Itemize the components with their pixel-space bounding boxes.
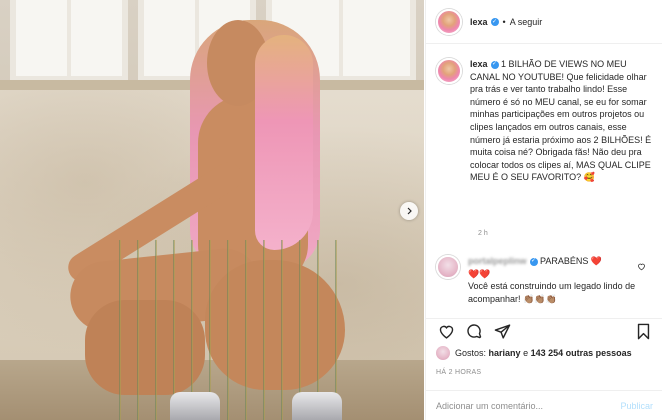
comment-like-icon[interactable]: [637, 262, 646, 273]
comment-text-line2: ❤️❤️: [468, 268, 491, 279]
caption-timestamp[interactable]: 2 h: [478, 230, 488, 237]
publish-button[interactable]: Publicar: [620, 401, 653, 411]
comment-text-line3: Você está construindo um legado lindo de…: [468, 281, 636, 304]
caption: lexa ✓ 1 BILHÃO DE VIEWS NO MEU CANAL NO …: [436, 58, 658, 184]
likes-count-link[interactable]: 143 254 outras pessoas: [531, 348, 632, 358]
post-side-panel: lexa ✓ • A seguir lexa ✓ 1 BILHÃO DE VIEW…: [425, 0, 662, 420]
caption-username[interactable]: lexa: [470, 59, 488, 69]
verified-badge-icon: ✓: [490, 17, 499, 26]
caption-avatar[interactable]: [436, 58, 462, 84]
author-username[interactable]: lexa: [470, 17, 488, 27]
header-separator: •: [502, 16, 506, 27]
photo-hair-front: [255, 35, 313, 250]
post-header: lexa ✓ • A seguir: [426, 0, 662, 44]
post-photo: [0, 0, 424, 420]
heart-icon: [439, 325, 453, 339]
verified-badge-icon: ✓: [490, 60, 499, 69]
post-time[interactable]: HÁ 2 HORAS: [436, 369, 481, 376]
likes-connector: e: [523, 348, 529, 358]
post-actions: [426, 318, 662, 344]
liker-username[interactable]: hariany: [489, 348, 521, 358]
share-icon: [494, 324, 510, 339]
commenter-username[interactable]: portalpeplinw: [468, 256, 527, 266]
next-photo-button[interactable]: [400, 202, 418, 220]
comment-item: portalpeplinw ✓ PARABÉNS ❤️ ❤️❤️ Você est…: [436, 255, 658, 305]
chevron-right-icon: [407, 207, 412, 215]
comment-input[interactable]: [436, 400, 621, 411]
following-button[interactable]: A seguir: [510, 17, 543, 27]
verified-badge-icon: ✓: [529, 257, 538, 266]
comment-text-block: portalpeplinw ✓ PARABÉNS ❤️ ❤️❤️ Você est…: [468, 255, 640, 305]
like-button[interactable]: [436, 322, 456, 342]
share-button[interactable]: [492, 322, 512, 342]
likes-summary: Gostos: hariany e 143 254 outras pessoas: [436, 346, 658, 360]
photo-boot: [170, 392, 220, 420]
comment-icon: [466, 324, 481, 339]
caption-text-block: lexa ✓ 1 BILHÃO DE VIEWS NO MEU CANAL NO …: [470, 58, 652, 184]
comment-button[interactable]: [464, 322, 484, 342]
instagram-post-view: lexa ✓ • A seguir lexa ✓ 1 BILHÃO DE VIEW…: [0, 0, 662, 420]
commenter-avatar[interactable]: [436, 255, 460, 279]
author-avatar[interactable]: [436, 8, 462, 35]
photo-boot: [292, 392, 342, 420]
comment-text-line1: PARABÉNS ❤️: [540, 256, 603, 266]
likes-prefix: Gostos:: [455, 348, 487, 358]
photo-window: [10, 0, 128, 82]
liker-avatar[interactable]: [436, 346, 450, 360]
save-button[interactable]: [633, 322, 653, 342]
caption-text: 1 BILHÃO DE VIEWS NO MEU CANAL NO YOUTUB…: [470, 59, 652, 183]
add-comment-bar: Publicar: [426, 390, 662, 420]
bookmark-icon: [637, 323, 649, 340]
